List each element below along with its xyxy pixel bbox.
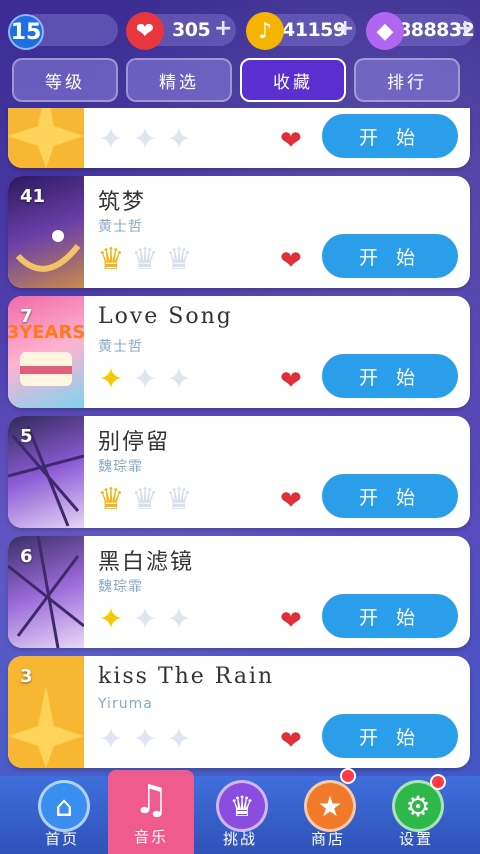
crown-icon: ♛ xyxy=(97,242,125,277)
crown-rating: ♛ ♛ ♛ xyxy=(94,242,214,278)
nav-music-label: 音乐 xyxy=(133,828,168,846)
favorite-heart-icon[interactable]: ❤ xyxy=(280,366,302,396)
tab-level[interactable]: 等级 xyxy=(12,58,118,102)
start-button[interactable]: 开 始 xyxy=(322,234,458,278)
tab-ranking[interactable]: 排行 xyxy=(354,58,460,102)
crown-icon: ♛ xyxy=(131,482,159,517)
nav-settings[interactable]: ⚙ 设置 xyxy=(368,774,464,854)
star-icon: ✦ xyxy=(166,722,192,757)
star-rating: ✦ ✦ ✦ xyxy=(94,122,214,158)
song-card: ✦ ✦ ✦ ❤ 开 始 xyxy=(8,108,470,168)
song-card: 3 kiss The Rain Yiruma ✦ ✦ ✦ ❤ 开 始 xyxy=(8,656,470,768)
song-card: 3YEARS 7 Love Song 黄士哲 ✦ ✦ ✦ ❤ 开 始 xyxy=(8,296,470,408)
crown-icon: ♛ xyxy=(97,482,125,517)
tab-featured[interactable]: 精选 xyxy=(126,58,232,102)
home-icon: ⌂ xyxy=(38,780,90,832)
star-icon: ✦ xyxy=(132,602,158,637)
song-cover: 6 xyxy=(8,536,84,648)
start-button[interactable]: 开 始 xyxy=(322,594,458,638)
song-card: 5 别停留 魏琮霏 ♛ ♛ ♛ ❤ 开 始 xyxy=(8,416,470,528)
song-level-number: 7 xyxy=(20,306,33,327)
song-title: 筑梦 xyxy=(98,190,147,215)
song-cover: 41 xyxy=(8,176,84,288)
nav-shop-label: 商店 xyxy=(310,830,345,848)
notification-dot xyxy=(340,768,356,784)
start-button[interactable]: 开 始 xyxy=(322,354,458,398)
nav-music[interactable]: ♫ 音乐 xyxy=(108,770,194,854)
star-icon: ✦ xyxy=(132,722,158,757)
star-icon: ✦ xyxy=(98,362,124,397)
diamond-icon: ◆ xyxy=(366,12,404,50)
favorite-heart-icon[interactable]: ❤ xyxy=(280,126,302,156)
star-rating: ✦ ✦ ✦ xyxy=(94,362,214,398)
favorite-heart-icon[interactable]: ❤ xyxy=(280,606,302,636)
add-hearts-button[interactable]: + xyxy=(214,16,232,41)
star-rating: ✦ ✦ ✦ xyxy=(94,602,214,638)
song-title: 别停留 xyxy=(98,430,171,455)
star-icon: ✦ xyxy=(98,122,124,157)
song-title: Love Song xyxy=(98,304,233,329)
bottom-nav: ⌂ 首页 ♫ 音乐 ♛ 挑战 ★ 商店 ⚙ 设置 xyxy=(0,768,480,854)
heart-icon: ❤ xyxy=(126,12,164,50)
music-note-icon: ♫ xyxy=(133,777,169,823)
cart-icon: ★ xyxy=(304,780,356,832)
song-card: 41 筑梦 黄士哲 ♛ ♛ ♛ ❤ 开 始 xyxy=(8,176,470,288)
song-level-number: 41 xyxy=(20,186,46,207)
nav-challenge-label: 挑战 xyxy=(222,830,257,848)
star-icon: ✦ xyxy=(98,602,124,637)
nav-home-label: 首页 xyxy=(44,830,79,848)
star-icon: ✦ xyxy=(132,122,158,157)
song-artist: 黄士哲 xyxy=(98,339,143,355)
notification-dot xyxy=(430,774,446,790)
top-bar: 15 305 + ❤ 41159 + ♪ 888832 + ◆ xyxy=(0,0,480,62)
nav-home[interactable]: ⌂ 首页 xyxy=(14,776,110,854)
start-button[interactable]: 开 始 xyxy=(322,114,458,158)
crown-icon: ♛ xyxy=(165,242,193,277)
favorite-heart-icon[interactable]: ❤ xyxy=(280,246,302,276)
star-icon: ✦ xyxy=(166,602,192,637)
song-level-number: 5 xyxy=(20,426,33,447)
trophy-icon: ♛ xyxy=(216,780,268,832)
song-artist: 魏琮霏 xyxy=(98,579,143,595)
song-title: kiss The Rain xyxy=(98,664,275,689)
star-rating: ✦ ✦ ✦ xyxy=(94,722,214,758)
level-badge: 15 xyxy=(8,14,44,50)
song-artist: Yiruma xyxy=(98,696,153,712)
star-icon: ✦ xyxy=(166,122,192,157)
tab-favorites[interactable]: 收藏 xyxy=(240,58,346,102)
song-artist: 魏琮霏 xyxy=(98,459,143,475)
crown-icon: ♛ xyxy=(165,482,193,517)
favorite-heart-icon[interactable]: ❤ xyxy=(280,726,302,756)
song-level-number: 6 xyxy=(20,546,33,567)
music-note-icon: ♪ xyxy=(246,12,284,50)
start-button[interactable]: 开 始 xyxy=(322,714,458,758)
nav-challenge[interactable]: ♛ 挑战 xyxy=(192,776,288,854)
song-cover xyxy=(8,108,84,168)
star-icon: ✦ xyxy=(98,722,124,757)
nav-shop[interactable]: ★ 商店 xyxy=(280,768,376,854)
song-cover: 3 xyxy=(8,656,84,768)
star-icon: ✦ xyxy=(132,362,158,397)
nav-settings-label: 设置 xyxy=(398,830,433,848)
song-cover: 3YEARS 7 xyxy=(8,296,84,408)
song-artist: 黄士哲 xyxy=(98,219,143,235)
start-button[interactable]: 开 始 xyxy=(322,474,458,518)
add-notes-button[interactable]: + xyxy=(336,16,354,41)
add-gems-button[interactable]: + xyxy=(456,16,474,41)
crown-rating: ♛ ♛ ♛ xyxy=(94,482,214,518)
song-list[interactable]: ✦ ✦ ✦ ❤ 开 始 41 筑梦 黄士哲 ♛ ♛ ♛ ❤ 开 始 3YEARS 7 L… xyxy=(0,108,480,772)
crown-icon: ♛ xyxy=(131,242,159,277)
category-tabs: 等级 精选 收藏 排行 xyxy=(12,58,468,104)
hearts-count: 305 xyxy=(172,19,211,41)
song-card: 6 黑白滤镜 魏琮霏 ✦ ✦ ✦ ❤ 开 始 xyxy=(8,536,470,648)
song-title: 黑白滤镜 xyxy=(98,550,195,575)
star-icon: ✦ xyxy=(166,362,192,397)
song-cover: 5 xyxy=(8,416,84,528)
song-level-number: 3 xyxy=(20,666,33,687)
favorite-heart-icon[interactable]: ❤ xyxy=(280,486,302,516)
